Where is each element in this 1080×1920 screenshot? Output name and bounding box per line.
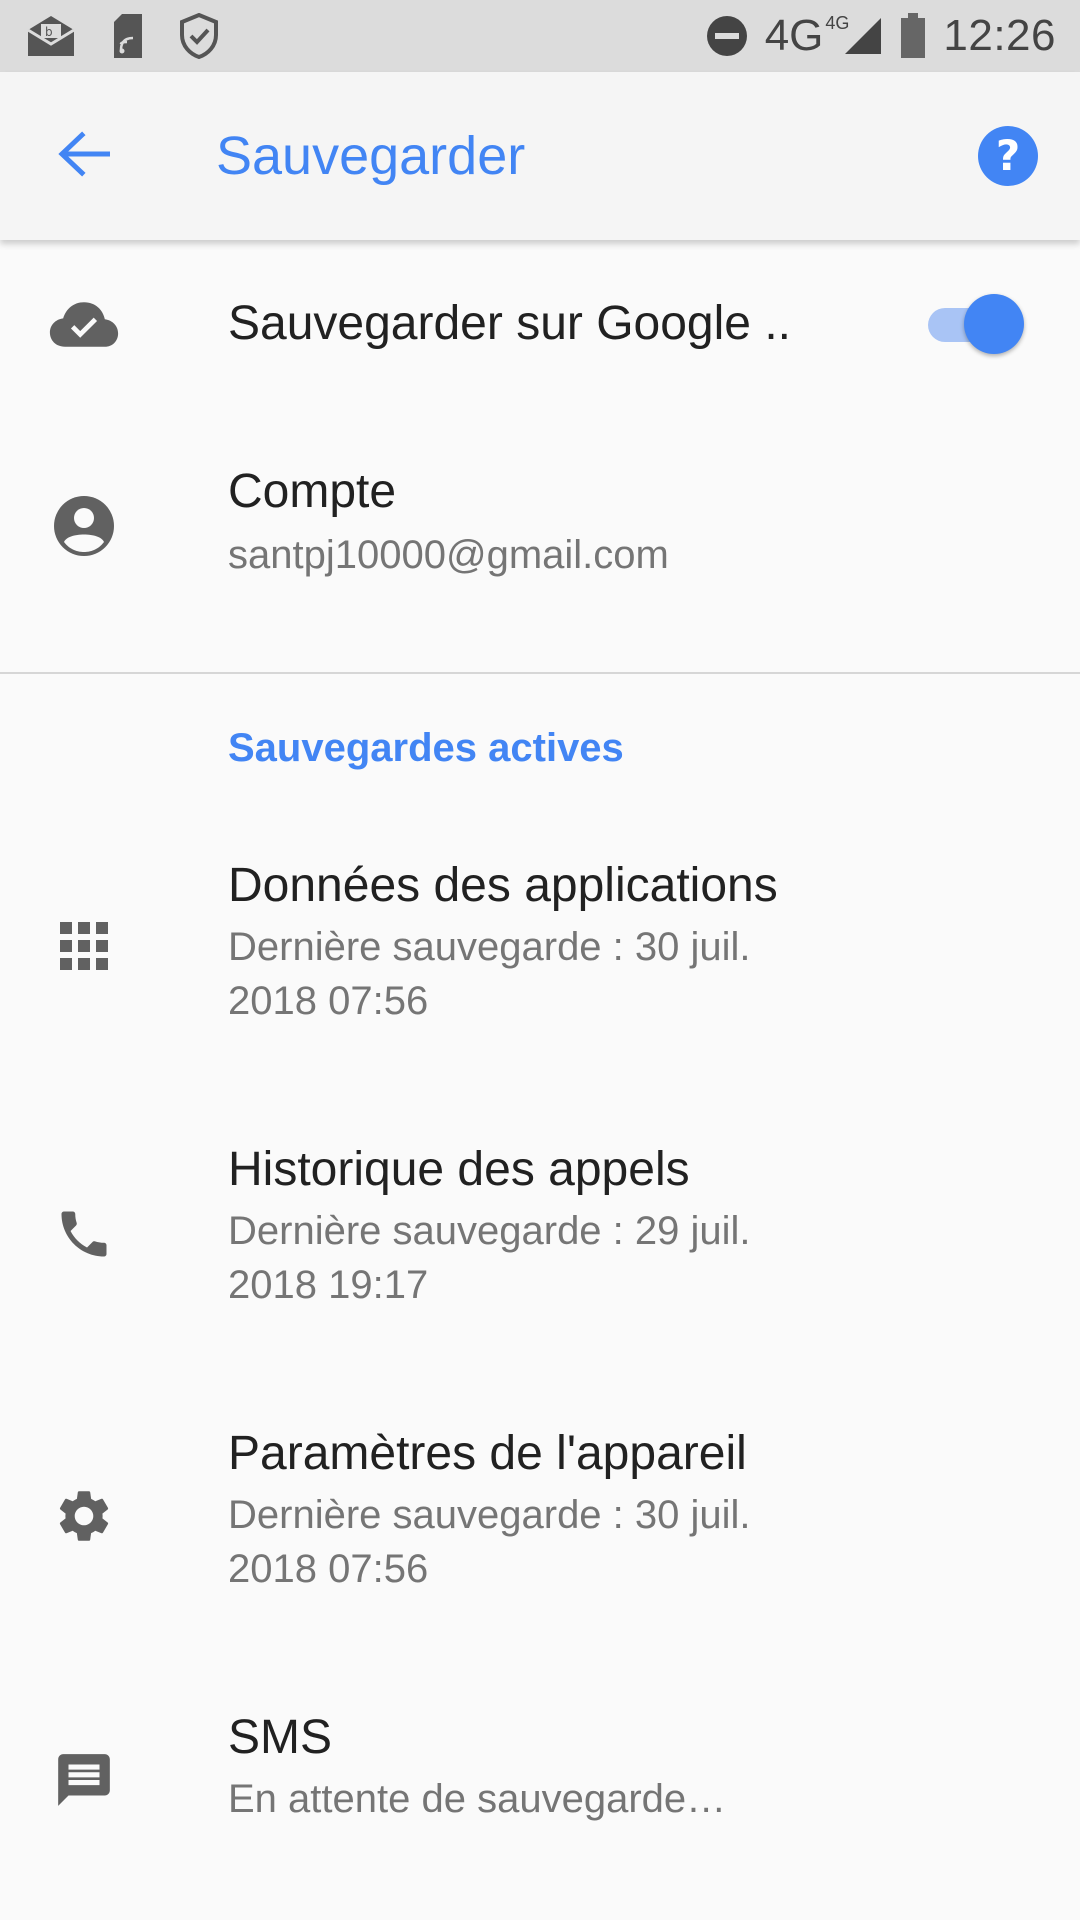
list-item-device-settings[interactable]: Paramètres de l'appareil Dernière sauveg…: [0, 1418, 1080, 1618]
item-detail-line1: Dernière sauvegarde : 29 juil.: [228, 1209, 751, 1253]
app-bar: Sauvegarder ?: [0, 72, 1080, 240]
item-detail-line1: Dernière sauvegarde : 30 juil.: [228, 925, 751, 969]
back-button[interactable]: [50, 122, 118, 190]
arrow-back-icon: [58, 130, 111, 182]
account-circle-icon: [48, 490, 120, 562]
help-icon: ?: [976, 126, 1040, 192]
backup-toggle-row[interactable]: Sauvegarder sur Google ..: [0, 240, 1080, 408]
network-badge: 4G: [825, 13, 850, 33]
battery-icon: [899, 13, 927, 59]
toggle-thumb: [964, 294, 1024, 354]
cloud-check-icon: [48, 288, 120, 360]
item-label: Paramètres de l'appareil: [228, 1427, 747, 1480]
divider: [0, 672, 1080, 674]
status-right: 4G 4G 12:26: [705, 11, 1056, 61]
item-detail-line1: Dernière sauvegarde : 30 juil.: [228, 1493, 751, 1537]
backup-toggle-switch[interactable]: [924, 294, 1024, 354]
list-item-text: SMS En attente de sauvegarde…: [228, 1706, 1020, 1826]
status-bar: b 4G 4G 12:26: [0, 0, 1080, 72]
page-title: Sauvegarder: [216, 126, 526, 186]
phone-icon: [48, 1198, 120, 1270]
status-left: b: [24, 13, 220, 59]
list-item-call-history[interactable]: Historique des appels Dernière sauvegard…: [0, 1134, 1080, 1334]
email-icon: b: [24, 14, 78, 58]
signal-icon: [843, 16, 883, 56]
item-detail-line1: En attente de sauvegarde…: [228, 1777, 727, 1821]
item-detail-line2: 2018 19:17: [228, 1263, 429, 1307]
status-time: 12:26: [943, 11, 1056, 60]
screen: b 4G 4G 12:26 Sauvegarder ? Sauvegarder …: [0, 0, 1080, 1920]
backup-toggle-label: Sauvegarder sur Google ..: [228, 297, 791, 350]
item-detail-line2: 2018 07:56: [228, 1547, 429, 1591]
item-detail-line2: 2018 07:56: [228, 979, 429, 1023]
shield-icon: [178, 13, 220, 59]
gear-icon: [48, 1480, 120, 1552]
list-item-app-data[interactable]: Données des applications Dernière sauveg…: [0, 850, 1080, 1050]
backup-toggle-text: Sauvegarder sur Google ..: [228, 292, 1020, 356]
item-label: Historique des appels: [228, 1143, 690, 1196]
svg-text:b: b: [45, 25, 53, 39]
message-icon: [48, 1744, 120, 1816]
list-item-sms[interactable]: SMS En attente de sauvegarde…: [0, 1702, 1080, 1862]
svg-text:?: ?: [996, 131, 1020, 180]
item-label: Données des applications: [228, 859, 778, 912]
apps-grid-icon: [48, 910, 120, 982]
account-row[interactable]: Compte santpj10000@gmail.com: [0, 440, 1080, 620]
account-label: Compte: [228, 465, 397, 518]
list-item-text: Données des applications Dernière sauveg…: [228, 854, 1020, 1028]
section-header: Sauvegardes actives: [228, 726, 624, 770]
item-label: SMS: [228, 1711, 333, 1764]
do-not-disturb-icon: [705, 14, 749, 58]
help-button[interactable]: ?: [976, 124, 1040, 188]
network-type: 4G 4G: [764, 11, 850, 60]
list-item-text: Paramètres de l'appareil Dernière sauveg…: [228, 1422, 1020, 1596]
sim-icon: [112, 14, 144, 58]
account-text: Compte santpj10000@gmail.com: [228, 460, 1020, 582]
account-email: santpj10000@gmail.com: [228, 533, 669, 577]
list-item-text: Historique des appels Dernière sauvegard…: [228, 1138, 1020, 1312]
